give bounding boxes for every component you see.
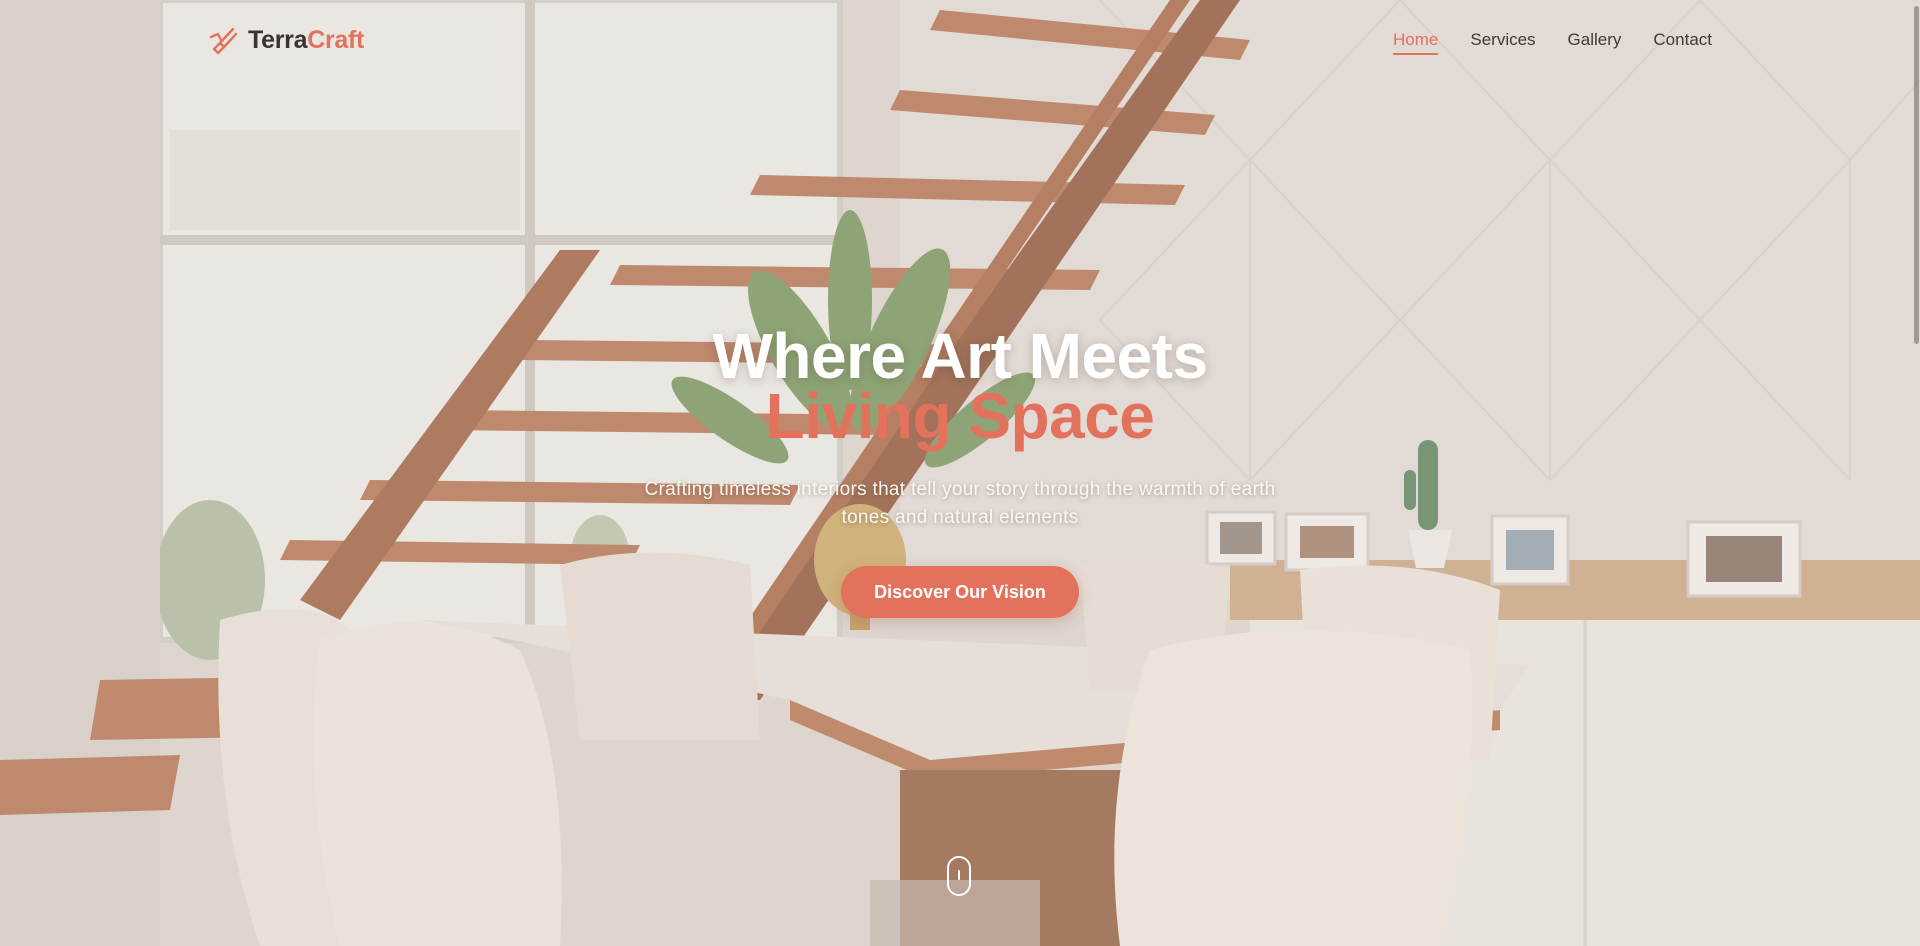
brand-name: TerraCraft (248, 26, 364, 55)
scrollbar-thumb[interactable] (1914, 6, 1919, 344)
brand-name-part1: Terra (248, 25, 308, 54)
hero-subtitle: Crafting timeless interiors that tell yo… (644, 479, 1276, 528)
hero-title: Where Art Meets Living Space (0, 320, 1920, 452)
main-nav: Home Services Gallery Contact (1393, 29, 1712, 55)
nav-link-home[interactable]: Home (1393, 29, 1439, 55)
mouse-scroll-icon[interactable] (947, 856, 971, 896)
brand-name-part2: Craft (307, 25, 365, 54)
hero-title-line2: Living Space (765, 380, 1155, 452)
hero-title-line1: Where Art Meets (712, 320, 1208, 392)
brand-logo[interactable]: TerraCraft (208, 24, 364, 56)
nav-link-services[interactable]: Services (1470, 29, 1535, 55)
paintbrush-icon (208, 25, 238, 55)
discover-vision-button[interactable]: Discover Our Vision (841, 566, 1079, 618)
hero-section: Where Art Meets Living Space Crafting ti… (0, 320, 1920, 618)
nav-link-contact[interactable]: Contact (1653, 29, 1712, 55)
site-header: TerraCraft Home Services Gallery Contact (0, 0, 1920, 80)
nav-link-gallery[interactable]: Gallery (1568, 29, 1622, 55)
page-scrollbar[interactable] (1912, 0, 1920, 946)
page: TerraCraft Home Services Gallery Contact… (0, 0, 1920, 946)
scroll-wheel-dot (958, 870, 960, 880)
